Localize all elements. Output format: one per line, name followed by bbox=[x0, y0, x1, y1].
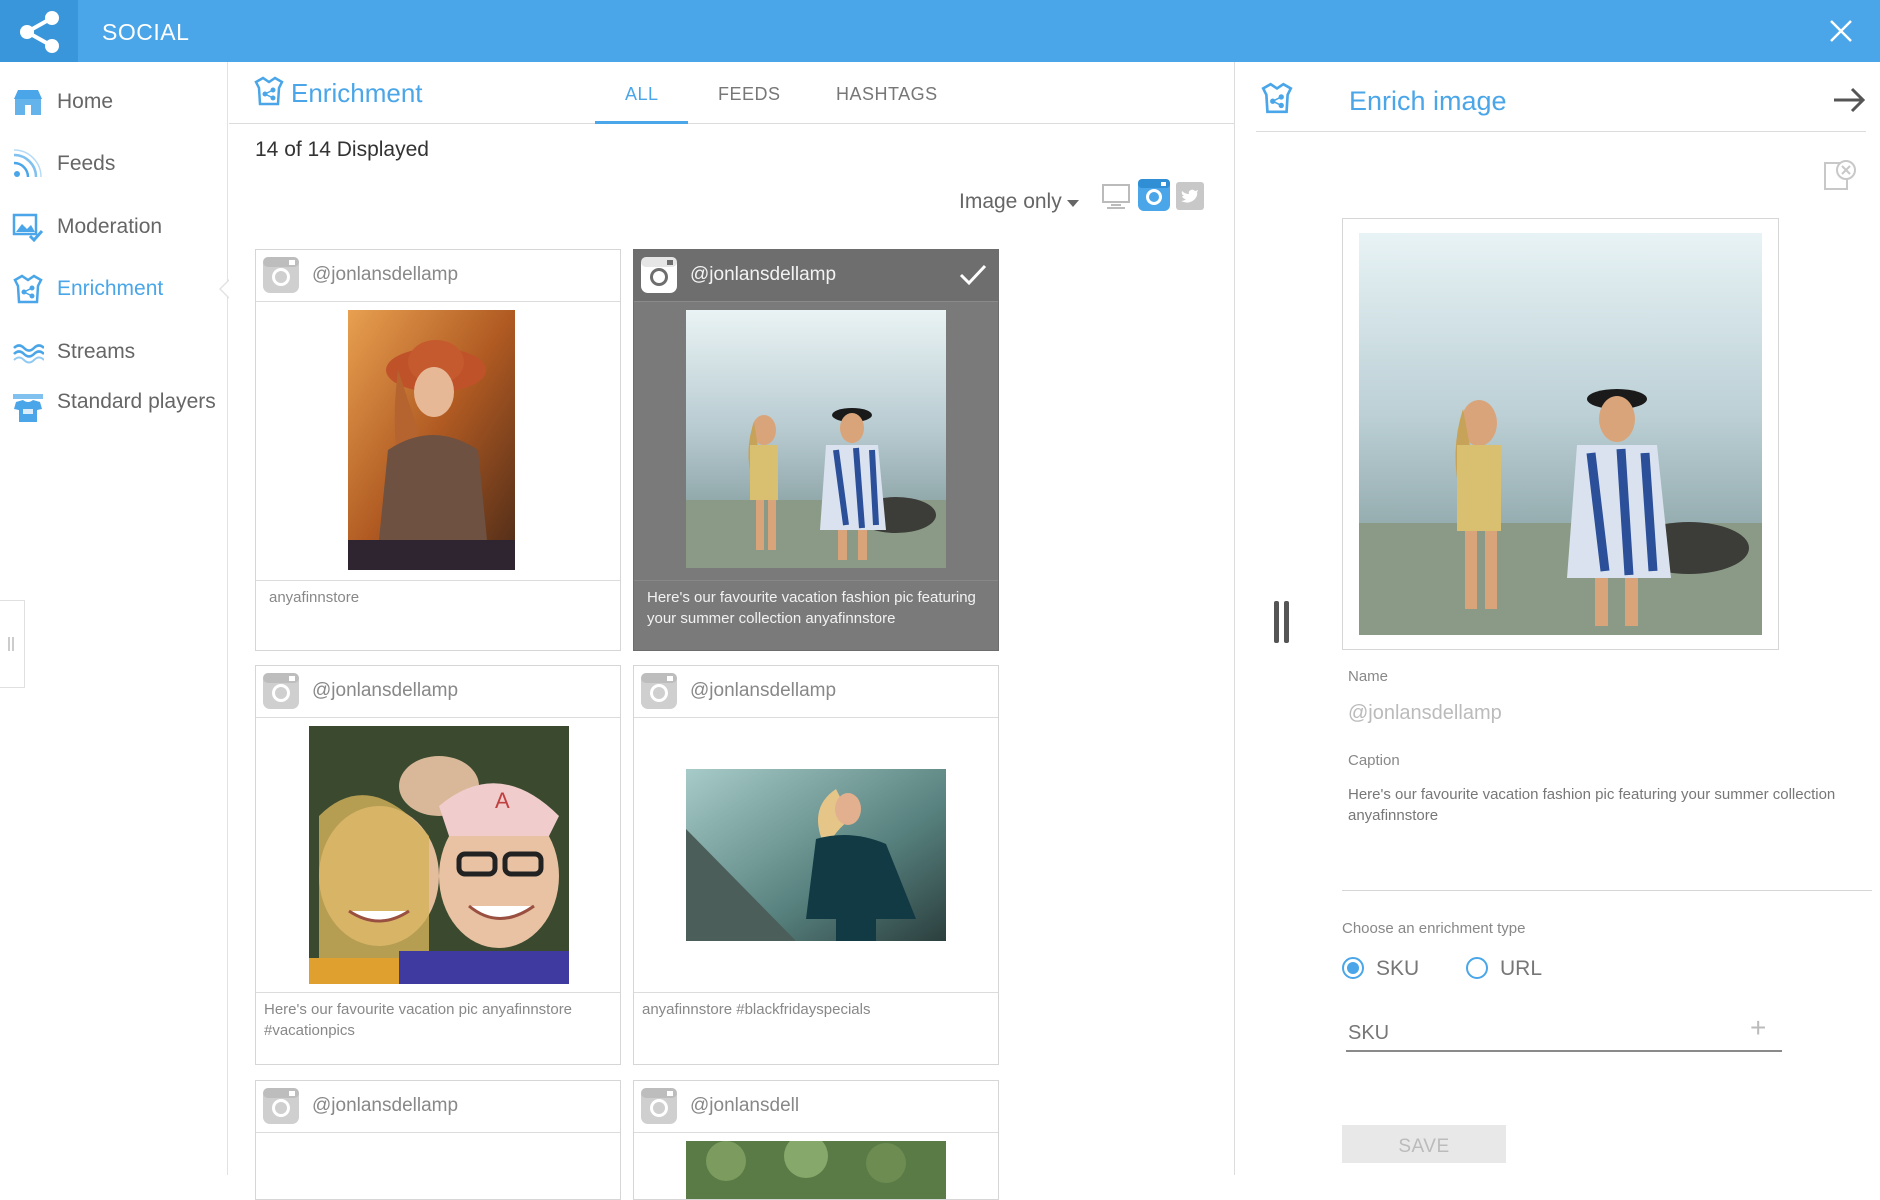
post-card[interactable]: @jonlansdell bbox=[633, 1080, 999, 1200]
instagram-icon bbox=[641, 1088, 677, 1124]
post-photo bbox=[686, 310, 946, 568]
post-card-selected[interactable]: @jonlansdellamp Here's our favourite vac… bbox=[633, 249, 999, 651]
post-card[interactable]: @jonlansdellamp bbox=[255, 1080, 621, 1200]
card-handle: @jonlansdellamp bbox=[312, 680, 459, 701]
sidebar-item-label: Moderation bbox=[57, 215, 163, 238]
sidebar-item-streams[interactable]: Streams bbox=[0, 327, 228, 377]
tshirt-icon bbox=[13, 394, 43, 422]
sidebar-item-enrichment[interactable]: Enrichment bbox=[0, 264, 230, 314]
card-caption: anyafinnstore bbox=[269, 589, 360, 606]
instagram-icon bbox=[263, 1088, 299, 1124]
card-header: @jonlansdell bbox=[634, 1081, 998, 1133]
card-header: @jonlansdellamp bbox=[634, 250, 998, 302]
enrich-image-header: Enrich image bbox=[1256, 62, 1866, 132]
chevron-down-icon[interactable] bbox=[1067, 200, 1079, 207]
card-handle: @jonlansdellamp bbox=[312, 264, 459, 285]
sidebar-item-label: Enrichment bbox=[57, 277, 164, 300]
sidebar-item-label: Standard players bbox=[57, 390, 216, 413]
card-handle: @jonlansdellamp bbox=[690, 680, 837, 701]
app-title: SOCIAL bbox=[102, 19, 190, 45]
twitter-source-icon[interactable] bbox=[1175, 181, 1205, 211]
tab-feeds[interactable]: FEEDS bbox=[718, 84, 781, 105]
radio-url-label[interactable]: URL bbox=[1500, 957, 1542, 981]
enrichment-type-label: Choose an enrichment type bbox=[1342, 920, 1526, 937]
sidebar-item-label: Feeds bbox=[57, 152, 116, 175]
sidebar: Home Feeds Moderation Enrichment Streams… bbox=[0, 62, 230, 1175]
instagram-icon bbox=[263, 673, 299, 709]
card-header: @jonlansdellamp bbox=[256, 1081, 620, 1133]
panel-title: Enrich image bbox=[1349, 86, 1507, 116]
name-value: @jonlansdellamp bbox=[1348, 702, 1502, 724]
card-header: @jonlansdellamp bbox=[256, 666, 620, 718]
post-card[interactable]: @jonlansdellamp anyafinnstore bbox=[255, 249, 621, 651]
post-photo bbox=[348, 310, 515, 570]
post-photo bbox=[686, 769, 946, 941]
waves-icon bbox=[13, 344, 44, 364]
caption-label: Caption bbox=[1348, 752, 1400, 769]
checkmark-icon bbox=[959, 264, 987, 286]
radio-sku-label[interactable]: SKU bbox=[1376, 957, 1419, 981]
instagram-icon bbox=[263, 257, 299, 293]
sidebar-item-moderation[interactable]: Moderation bbox=[0, 202, 228, 252]
image-preview bbox=[1342, 218, 1779, 650]
instagram-icon bbox=[641, 673, 677, 709]
rss-feed-icon bbox=[13, 149, 42, 178]
top-bar: SOCIAL bbox=[0, 0, 1880, 62]
enrichment-icon bbox=[254, 76, 284, 106]
sidebar-item-label: Home bbox=[57, 90, 114, 113]
active-tab-indicator bbox=[595, 121, 688, 124]
enrichment-icon bbox=[1261, 82, 1293, 114]
save-button[interactable]: SAVE bbox=[1342, 1125, 1506, 1163]
instagram-source-icon[interactable] bbox=[1137, 178, 1171, 212]
displayed-count: 14 of 14 Displayed bbox=[255, 138, 429, 161]
sku-input[interactable] bbox=[1346, 1010, 1782, 1052]
image-check-icon bbox=[12, 213, 44, 242]
card-handle: @jonlansdell bbox=[690, 1095, 800, 1116]
svg-text:A: A bbox=[495, 788, 510, 813]
preview-photo bbox=[1359, 233, 1762, 635]
tab-hashtags[interactable]: HASHTAGS bbox=[836, 84, 938, 105]
share-icon bbox=[20, 11, 59, 53]
enrichment-icon bbox=[13, 274, 43, 304]
card-caption: anyafinnstore #blackfridayspecials bbox=[642, 1001, 871, 1018]
card-handle: @jonlansdellamp bbox=[312, 1095, 459, 1116]
caption-divider bbox=[1342, 890, 1872, 891]
enrich-image-panel: Enrich image Name @jonlansdellamp Captio… bbox=[1236, 62, 1880, 1175]
sidebar-item-label: Streams bbox=[57, 340, 136, 363]
tab-all[interactable]: ALL bbox=[625, 84, 659, 105]
plus-icon[interactable]: + bbox=[1750, 1014, 1766, 1042]
sidebar-item-feeds[interactable]: Feeds bbox=[0, 139, 228, 189]
remove-image-icon[interactable] bbox=[1822, 158, 1856, 192]
name-label: Name bbox=[1348, 668, 1389, 685]
desktop-source-icon[interactable] bbox=[1101, 181, 1131, 211]
sidebar-collapse-handle[interactable] bbox=[0, 600, 25, 688]
sidebar-item-home[interactable]: Home bbox=[0, 77, 228, 127]
caption-value: Here's our favourite vacation fashion pi… bbox=[1348, 786, 1836, 824]
enrichment-header: Enrichment ALL FEEDS HASHTAGS bbox=[229, 62, 1235, 124]
page-title: Enrichment bbox=[291, 78, 423, 108]
active-indicator bbox=[219, 279, 230, 299]
post-card[interactable]: @jonlansdellamp anyafinnstore #blackfrid… bbox=[633, 665, 999, 1065]
close-icon[interactable] bbox=[1828, 18, 1854, 44]
enrichment-panel: Enrichment ALL FEEDS HASHTAGS 14 of 14 D… bbox=[229, 62, 1235, 1200]
post-photo: A bbox=[309, 726, 569, 984]
arrow-right-icon[interactable] bbox=[1832, 86, 1866, 114]
home-store-icon bbox=[14, 90, 42, 115]
drag-handle-icon[interactable] bbox=[1272, 599, 1292, 645]
instagram-icon bbox=[641, 257, 677, 293]
radio-url[interactable] bbox=[1466, 957, 1488, 979]
sidebar-item-standard-players[interactable]: Standard players bbox=[0, 377, 228, 427]
card-header: @jonlansdellamp bbox=[634, 666, 998, 718]
card-caption: Here's our favourite vacation fashion pi… bbox=[647, 589, 976, 627]
card-handle: @jonlansdellamp bbox=[690, 264, 837, 285]
filter-dropdown[interactable]: Image only bbox=[959, 190, 1062, 214]
post-card[interactable]: @jonlansdellamp A Here's our favourite v… bbox=[255, 665, 621, 1065]
share-logo bbox=[0, 0, 78, 62]
card-caption: Here's our favourite vacation pic anyafi… bbox=[264, 1001, 573, 1039]
card-header: @jonlansdellamp bbox=[256, 250, 620, 302]
radio-sku[interactable] bbox=[1342, 957, 1364, 979]
post-photo bbox=[686, 1141, 946, 1199]
